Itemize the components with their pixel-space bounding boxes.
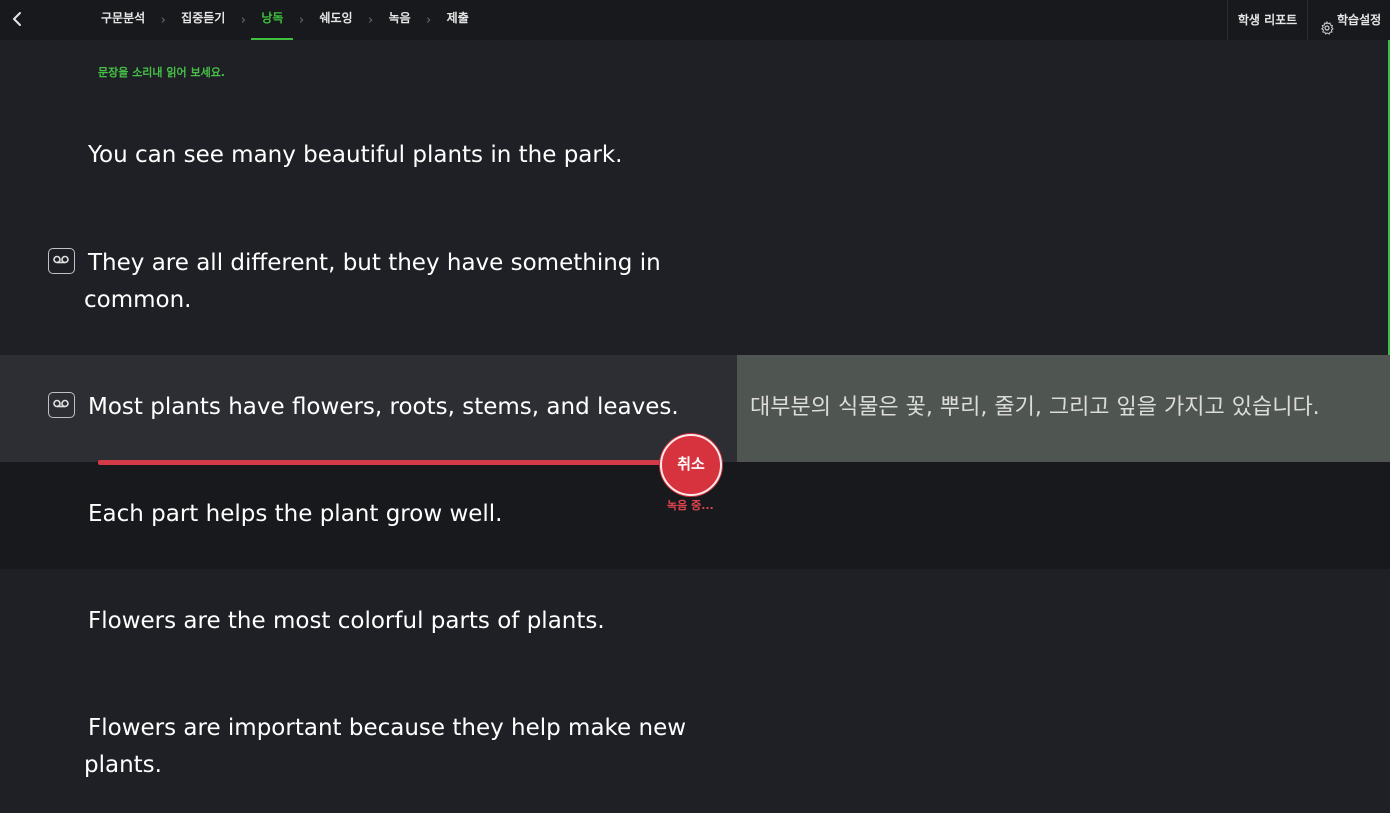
step-navigation: 구문분석 › 집중듣기 › 낭독 › 쉐도잉 › 녹음 › 제출 [101,0,469,40]
back-chevron-left-icon[interactable] [8,8,28,30]
step-separator-chevron-icon: › [240,12,246,28]
step-tab-structure-analysis[interactable]: 구문분석 [101,0,145,40]
cancel-recording-button[interactable]: 취소 [660,434,722,496]
step-tab-focused-listening[interactable]: 집중듣기 [181,0,225,40]
study-settings-label: 학습설정 [1337,12,1382,27]
instruction-text: 문장을 소리내 읽어 보세요. [98,66,225,79]
step-tab-shadowing[interactable]: 쉐도잉 [319,0,352,40]
step-tab-read-aloud[interactable]: 낭독 [251,0,294,40]
sentence-row[interactable]: Flowers are important because they help … [0,710,1390,790]
student-report-button[interactable]: 학생 리포트 [1227,0,1307,40]
gear-icon [1320,13,1334,35]
sentence-line-1: They are all different, but they have so… [88,250,661,276]
step-separator-chevron-icon: › [298,12,305,28]
translation-text: 대부분의 식물은 꽃, 뿌리, 줄기, 그리고 잎을 가지고 있습니다. [750,395,1320,420]
step-separator-chevron-icon: › [367,12,374,28]
sentence-row[interactable]: You can see many beautiful plants in the… [0,137,1390,177]
voicemail-icon[interactable] [48,248,75,274]
sentence-text: Most plants have flowers, roots, stems, … [88,394,679,420]
step-separator-chevron-icon: › [160,12,166,28]
step-separator-chevron-icon: › [426,12,432,28]
sentence-text: Flowers are the most colorful parts of p… [88,608,605,634]
voicemail-icon[interactable] [48,392,75,418]
student-report-label: 학생 리포트 [1237,12,1298,27]
sentence-row[interactable]: Flowers are the most colorful parts of p… [0,603,1390,643]
step-tab-submit[interactable]: 제출 [447,0,469,40]
recording-progress-bar [98,460,688,465]
sentence-line-2: plants. [84,752,162,778]
sentence-text: Flowers are important because they help … [84,710,708,784]
sentence-row[interactable]: They are all different, but they have so… [0,245,1390,325]
header-actions: 학생 리포트 학습설정 [1227,0,1390,40]
sentence-text: They are all different, but they have so… [84,245,708,319]
study-settings-button[interactable]: 학습설정 [1307,0,1390,40]
top-navigation-bar: 구문분석 › 집중듣기 › 낭독 › 쉐도잉 › 녹음 › 제출 학생 리포트 … [0,0,1390,40]
step-tab-recording[interactable]: 녹음 [389,0,411,40]
sentence-line-1: Flowers are important because they help … [88,715,687,741]
recording-status-text: 녹음 중... [667,499,714,512]
sentence-text: You can see many beautiful plants in the… [88,142,623,168]
translation-panel: 대부분의 식물은 꽃, 뿌리, 줄기, 그리고 잎을 가지고 있습니다. [737,355,1390,462]
sentence-text: Each part helps the plant grow well. [88,501,503,527]
sentence-line-2: common. [84,287,192,313]
